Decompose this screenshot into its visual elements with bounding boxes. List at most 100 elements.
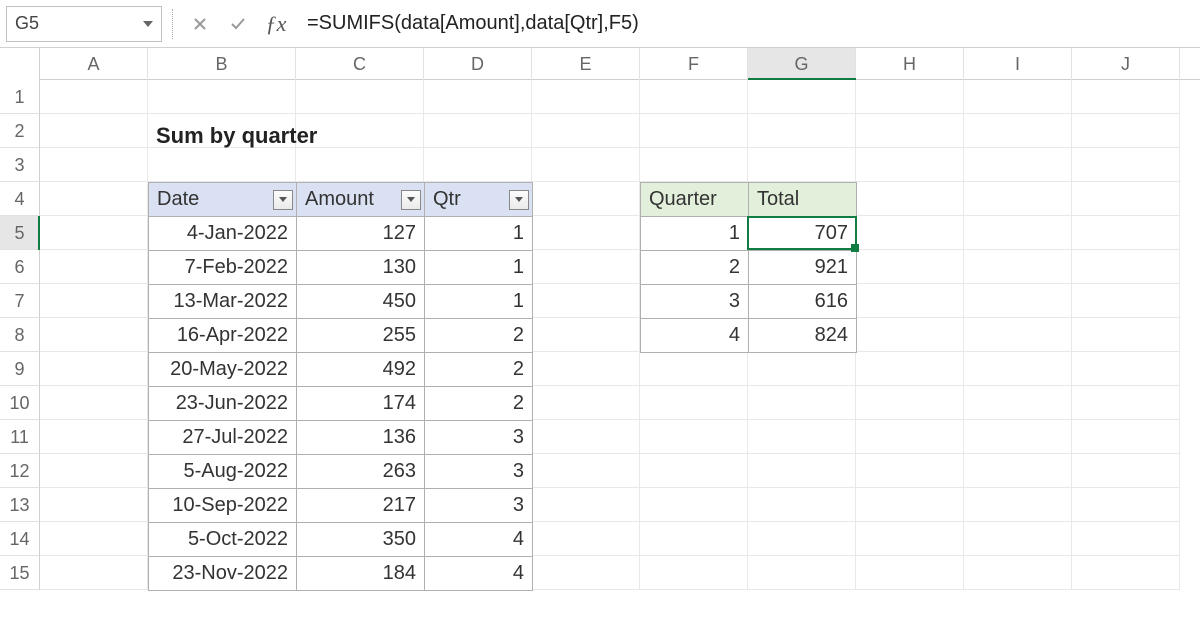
cell[interactable]: [964, 114, 1072, 148]
cell[interactable]: [532, 318, 640, 352]
cell[interactable]: [40, 352, 148, 386]
cell[interactable]: [40, 556, 148, 590]
row-header-14[interactable]: 14: [0, 522, 40, 556]
cell[interactable]: [964, 352, 1072, 386]
cell-date[interactable]: 23-Nov-2022: [149, 557, 297, 591]
cell[interactable]: [856, 114, 964, 148]
cell[interactable]: [856, 216, 964, 250]
cell[interactable]: [856, 488, 964, 522]
cell-qtr[interactable]: 2: [425, 319, 533, 353]
cell[interactable]: [532, 386, 640, 420]
cell[interactable]: [40, 420, 148, 454]
row-header-7[interactable]: 7: [0, 284, 40, 318]
cell[interactable]: [640, 148, 748, 182]
cell-date[interactable]: 13-Mar-2022: [149, 285, 297, 319]
cell[interactable]: [532, 148, 640, 182]
cell[interactable]: [532, 182, 640, 216]
cell[interactable]: [964, 182, 1072, 216]
row-header-3[interactable]: 3: [0, 148, 40, 182]
cell[interactable]: [532, 454, 640, 488]
cell[interactable]: [640, 80, 748, 114]
cell-qtr[interactable]: 1: [425, 251, 533, 285]
cell[interactable]: [856, 182, 964, 216]
cell[interactable]: [532, 114, 640, 148]
cell-quarter[interactable]: 1: [641, 217, 749, 251]
name-box[interactable]: G5: [6, 6, 162, 42]
cell[interactable]: [964, 488, 1072, 522]
cell[interactable]: [640, 556, 748, 590]
row-header-4[interactable]: 4: [0, 182, 40, 216]
cell-amount[interactable]: 263: [297, 455, 425, 489]
select-all-corner[interactable]: [0, 48, 40, 80]
accept-formula-button[interactable]: [221, 6, 255, 42]
col-header-C[interactable]: C: [296, 48, 424, 80]
cell-quarter[interactable]: 3: [641, 285, 749, 319]
cell[interactable]: [532, 216, 640, 250]
cell[interactable]: [424, 148, 532, 182]
cell-amount[interactable]: 492: [297, 353, 425, 387]
row-header-10[interactable]: 10: [0, 386, 40, 420]
cell[interactable]: [856, 80, 964, 114]
cell[interactable]: [532, 284, 640, 318]
cell[interactable]: [40, 250, 148, 284]
cell-quarter[interactable]: 2: [641, 251, 749, 285]
cell[interactable]: [964, 556, 1072, 590]
cell[interactable]: [748, 522, 856, 556]
cell-amount[interactable]: 217: [297, 489, 425, 523]
cell[interactable]: [748, 148, 856, 182]
cell[interactable]: [1072, 284, 1180, 318]
cell[interactable]: [748, 420, 856, 454]
cell[interactable]: [856, 352, 964, 386]
col-header-H[interactable]: H: [856, 48, 964, 80]
cell[interactable]: [1072, 454, 1180, 488]
cell-amount[interactable]: 127: [297, 217, 425, 251]
cell[interactable]: [964, 386, 1072, 420]
cell-amount[interactable]: 136: [297, 421, 425, 455]
cell[interactable]: [1072, 216, 1180, 250]
cell-date[interactable]: 10-Sep-2022: [149, 489, 297, 523]
cell[interactable]: [856, 318, 964, 352]
cell[interactable]: [532, 80, 640, 114]
col-header-A[interactable]: A: [40, 48, 148, 80]
cell-amount[interactable]: 184: [297, 557, 425, 591]
cell[interactable]: [640, 352, 748, 386]
cell[interactable]: [40, 216, 148, 250]
cell[interactable]: [1072, 182, 1180, 216]
cell-quarter[interactable]: 4: [641, 319, 749, 353]
cell[interactable]: [40, 114, 148, 148]
cell-amount[interactable]: 174: [297, 387, 425, 421]
cell[interactable]: [148, 80, 296, 114]
cell[interactable]: [856, 556, 964, 590]
row-header-1[interactable]: 1: [0, 80, 40, 114]
cell-qtr[interactable]: 3: [425, 489, 533, 523]
cell[interactable]: [640, 386, 748, 420]
cell[interactable]: [424, 114, 532, 148]
cell-qtr[interactable]: 2: [425, 353, 533, 387]
cell[interactable]: [856, 420, 964, 454]
cell[interactable]: [856, 386, 964, 420]
cell-qtr[interactable]: 4: [425, 523, 533, 557]
cell[interactable]: [1072, 488, 1180, 522]
cell[interactable]: [964, 454, 1072, 488]
cell[interactable]: [40, 386, 148, 420]
cell[interactable]: [964, 284, 1072, 318]
data-header-date[interactable]: Date: [149, 183, 297, 217]
cell[interactable]: [40, 80, 148, 114]
cell[interactable]: [964, 80, 1072, 114]
cell[interactable]: [856, 250, 964, 284]
data-header-amount[interactable]: Amount: [297, 183, 425, 217]
cell[interactable]: [296, 80, 424, 114]
cell[interactable]: [532, 556, 640, 590]
cell-qtr[interactable]: 1: [425, 285, 533, 319]
cell[interactable]: [1072, 556, 1180, 590]
cell-total[interactable]: 824: [749, 319, 857, 353]
cell[interactable]: [964, 420, 1072, 454]
cell-date[interactable]: 4-Jan-2022: [149, 217, 297, 251]
row-header-15[interactable]: 15: [0, 556, 40, 590]
cell-total[interactable]: 921: [749, 251, 857, 285]
cell[interactable]: [1072, 250, 1180, 284]
cell-qtr[interactable]: 3: [425, 421, 533, 455]
cell[interactable]: [640, 522, 748, 556]
cell[interactable]: [148, 148, 296, 182]
cell[interactable]: [532, 420, 640, 454]
